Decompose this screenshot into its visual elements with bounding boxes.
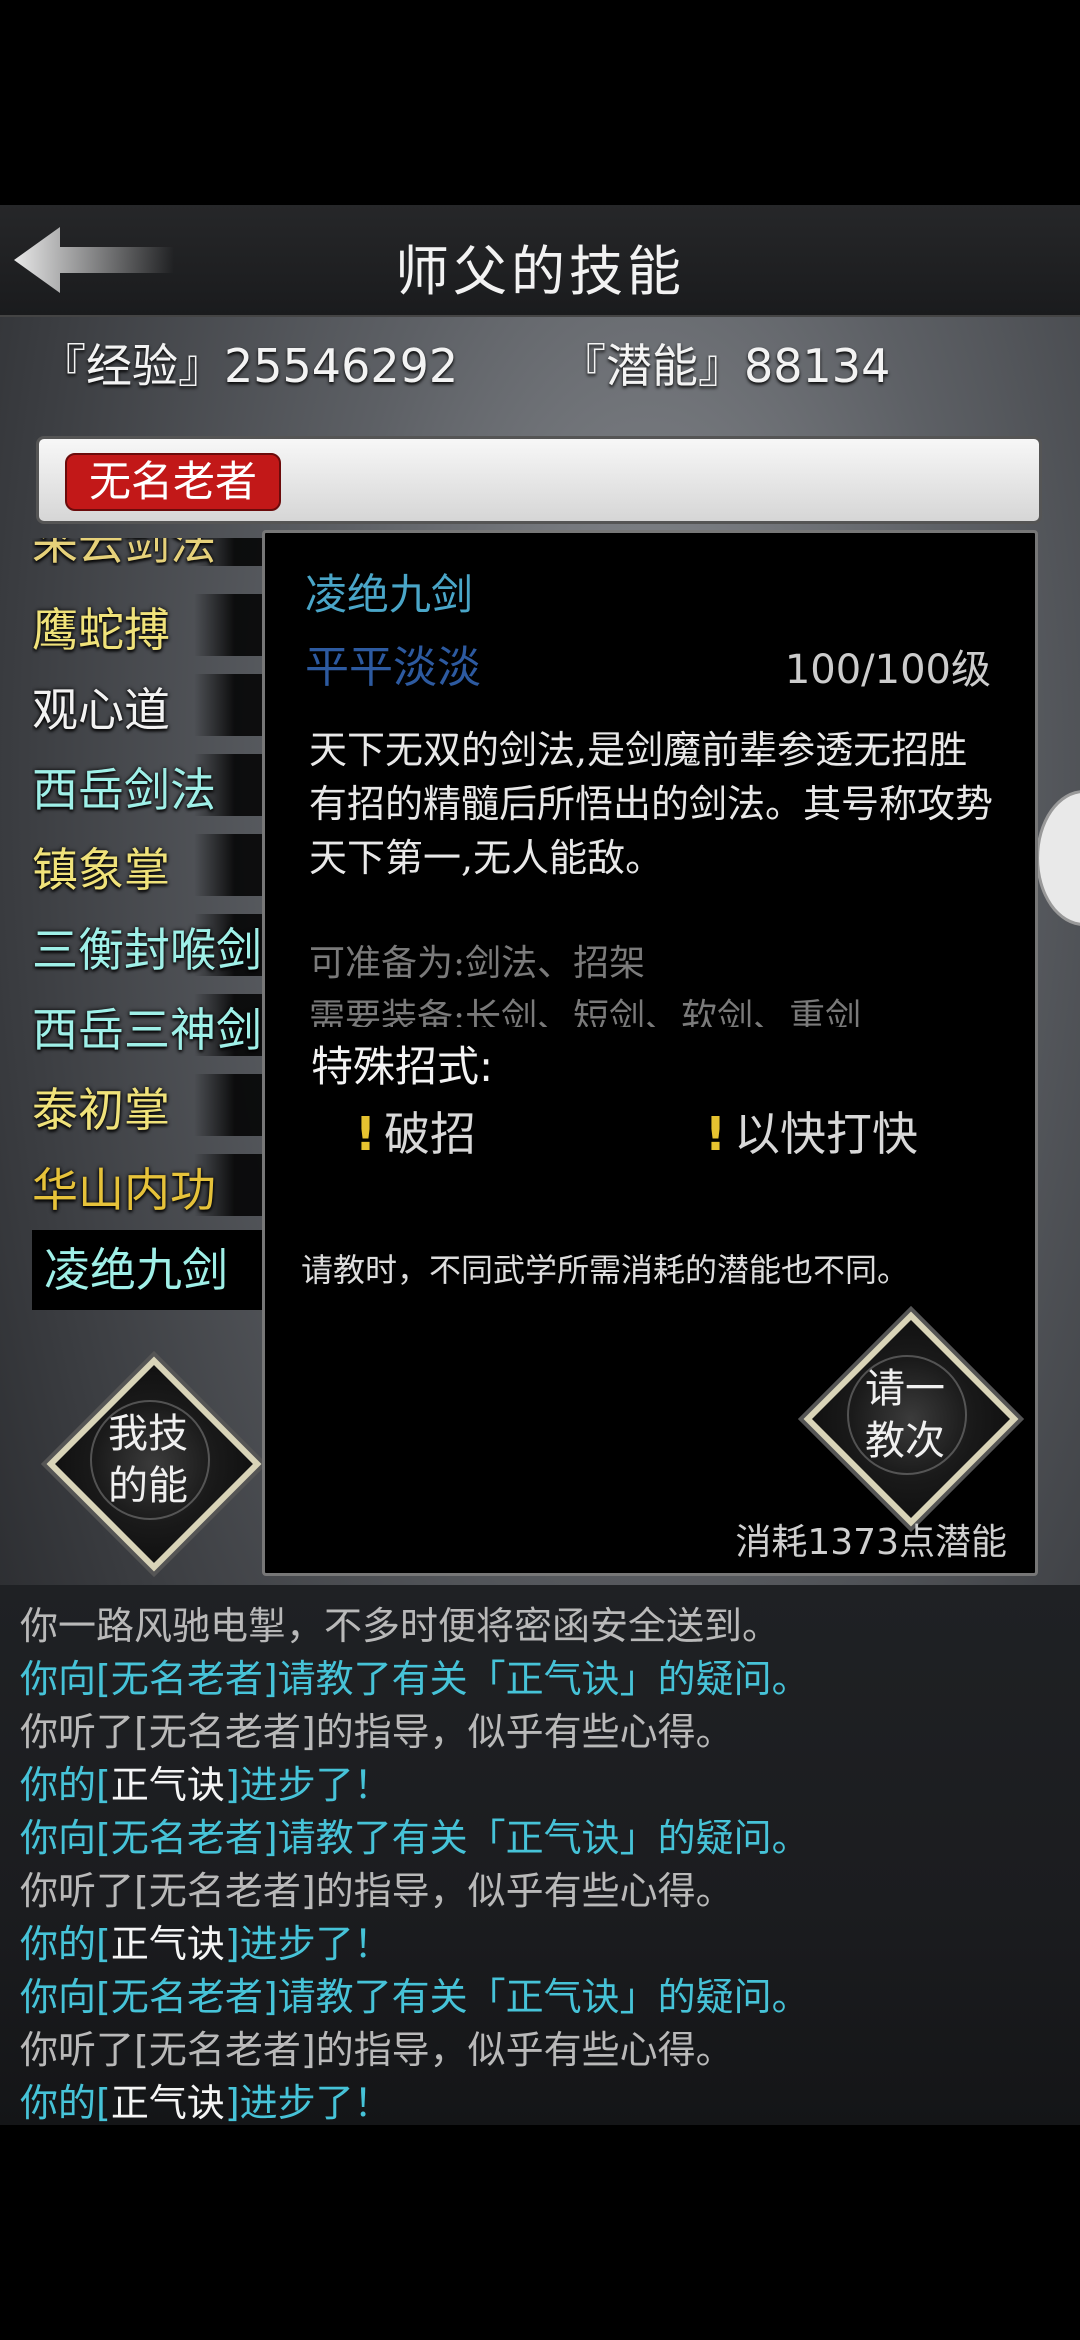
log-line: 你一路风驰电掣，不多时便将密函安全送到。 (20, 1604, 781, 1648)
exclamation-icon: ! (705, 1107, 726, 1161)
equip-info: 可准备为:剑法、招架 需要装备:长剑、短剑、软剑、重剑 (309, 937, 999, 1027)
skill-name: 凌绝九剑 (305, 570, 474, 619)
exp-stat: 『经验』25546292 (40, 330, 458, 396)
page-title: 师父的技能 (395, 240, 685, 303)
log-line: 你的[正气诀]进步了！ (20, 1763, 392, 1807)
log-line: 你听了[无名老者]的指导，似乎有些心得。 (20, 2028, 734, 2072)
log-line: 你听了[无名老者]的指导，似乎有些心得。 (20, 1710, 734, 1754)
teach-note: 请教时，不同武学所需消耗的潜能也不同。 (301, 1251, 910, 1289)
title-bar: 师父的技能 (0, 205, 1080, 317)
my-skills-label-line1: 我技 (108, 1411, 188, 1457)
skill-detail-popup: 凌绝九剑 平平淡淡 100/100级 天下无双的剑法,是剑魔前辈参透无招胜有招的… (262, 530, 1038, 1576)
log-line: 你的[正气诀]进步了！ (20, 1922, 392, 1966)
special-move: ! 破招 (355, 1107, 476, 1161)
log-line: 你向[无名老者]请教了有关「正气诀」的疑问。 (20, 1657, 810, 1701)
potential-value: 88134 (744, 339, 891, 393)
equip-prepare-line: 可准备为:剑法、招架 (309, 943, 646, 984)
my-skills-button[interactable]: 我技 的能 (46, 1356, 262, 1572)
skill-level: 100/100级 (784, 647, 991, 693)
log-line: 你向[无名老者]请教了有关「正气诀」的疑问。 (20, 1975, 810, 2019)
message-log: 你一路风驰电掣，不多时便将密函安全送到。 你向[无名老者]请教了有关「正气诀」的… (0, 1585, 1080, 2125)
my-skills-label-line2: 的能 (108, 1463, 188, 1509)
potential-label: 『潜能』 (560, 339, 744, 393)
skill-item-selected[interactable]: 凌绝九剑 (32, 1230, 284, 1310)
master-name-tag[interactable]: 无名老者 (65, 453, 282, 511)
master-bar: 无名老者 (36, 436, 1042, 524)
potential-stat: 『潜能』88134 (560, 330, 890, 396)
log-line: 你听了[无名老者]的指导，似乎有些心得。 (20, 1869, 734, 1913)
potential-cost: 消耗1373点潜能 (735, 1522, 1007, 1563)
special-moves-title: 特殊招式: (311, 1042, 494, 1091)
skill-rank: 平平淡淡 (305, 642, 481, 693)
exclamation-icon: ! (355, 1107, 376, 1161)
exp-label: 『经验』 (40, 339, 224, 393)
special-move: ! 以快打快 (705, 1107, 918, 1161)
log-line: 你的[正气诀]进步了！ (20, 2081, 392, 2125)
equip-required-line: 需要装备:长剑、短剑、软剑、重剑 (309, 997, 862, 1027)
skill-description: 天下无双的剑法,是剑魔前辈参透无招胜有招的精髓后所悟出的剑法。其号称攻势天下第一… (309, 728, 994, 880)
exp-value: 25546292 (224, 339, 459, 393)
teach-label-line1: 请一 (865, 1366, 945, 1412)
log-line: 你向[无名老者]请教了有关「正气诀」的疑问。 (20, 1816, 810, 1860)
teach-button[interactable]: 请一 教次 (803, 1311, 1019, 1527)
teach-label-line2: 教次 (865, 1418, 945, 1464)
